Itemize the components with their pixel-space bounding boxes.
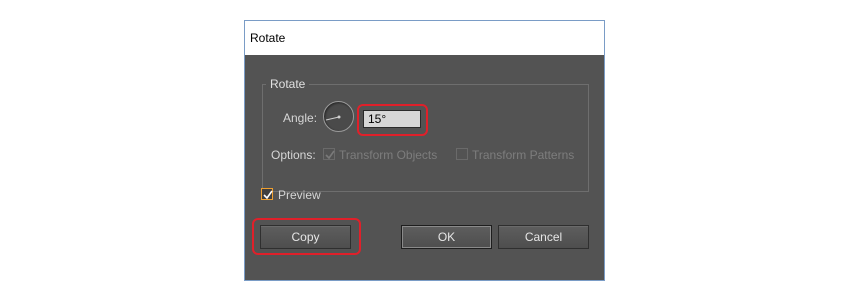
ok-button[interactable]: OK <box>401 225 492 249</box>
checkmark-icon <box>263 190 273 200</box>
angle-dial-indicator-icon <box>325 115 341 121</box>
preview-label: Preview <box>278 188 321 202</box>
transform-objects-label: Transform Objects <box>339 148 438 162</box>
angle-input[interactable] <box>363 110 421 128</box>
rotate-group-box <box>262 84 589 192</box>
options-label: Options: <box>271 148 316 162</box>
angle-label: Angle: <box>283 111 318 125</box>
rotate-dialog: Rotate Rotate Angle: Options: Transform … <box>244 20 605 281</box>
checkmark-icon <box>325 150 335 160</box>
cancel-button[interactable]: Cancel <box>498 225 589 249</box>
angle-dial[interactable] <box>323 101 354 132</box>
transform-objects-checkbox[interactable] <box>323 148 335 160</box>
rotate-group-label: Rotate <box>266 77 310 91</box>
transform-patterns-checkbox[interactable] <box>456 148 468 160</box>
preview-checkbox[interactable] <box>261 188 273 200</box>
transform-patterns-label: Transform Patterns <box>472 148 575 162</box>
copy-button[interactable]: Copy <box>260 225 351 249</box>
dialog-title: Rotate <box>245 21 604 55</box>
